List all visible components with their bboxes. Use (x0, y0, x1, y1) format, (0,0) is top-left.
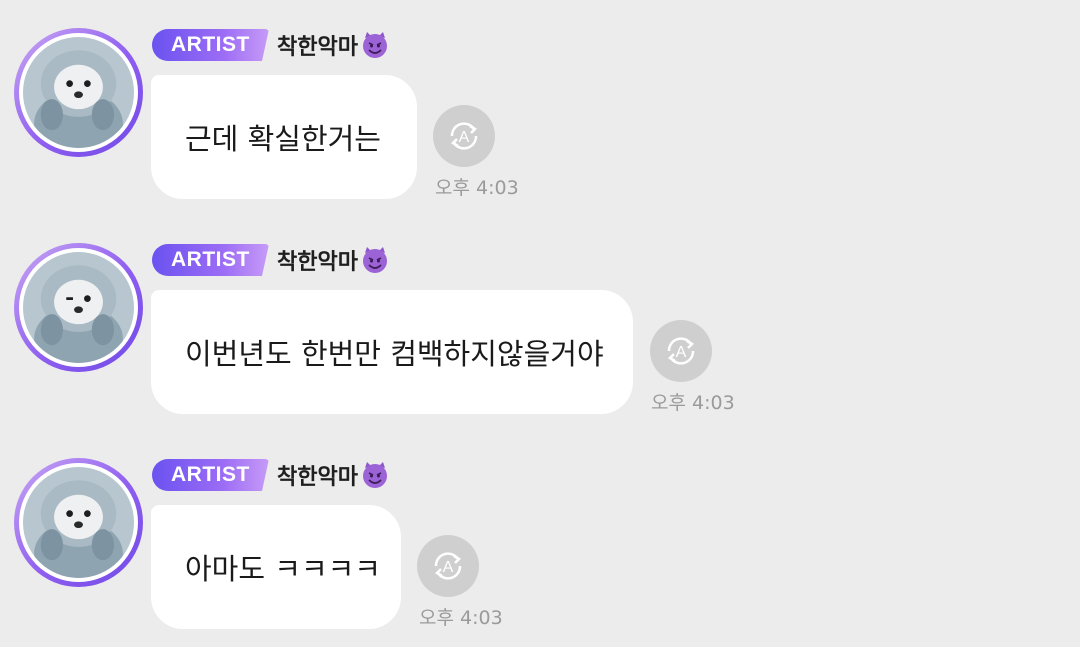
avatar-border (19, 248, 138, 367)
sender-name-row: ARTIST 착한악마 (152, 459, 390, 491)
message-timestamp: 오후 4:03 (651, 392, 735, 414)
avatar-border (19, 463, 138, 582)
chat-message: ARTIST 착한악마 근데 확실한거는 A 오후 4:03 (0, 0, 1080, 200)
message-timestamp: 오후 4:03 (435, 177, 519, 199)
svg-text:A: A (459, 129, 470, 146)
svg-text:A: A (676, 344, 687, 361)
avatar[interactable] (14, 243, 143, 372)
puppy-avatar-image (23, 37, 134, 148)
nickname-text: 착한악마 (277, 465, 358, 490)
sender-name-row: ARTIST 착한악마 (152, 29, 390, 61)
message-text: 아마도 ㅋㅋㅋㅋ (185, 552, 381, 586)
sender-nickname[interactable]: 착한악마 (277, 29, 390, 61)
message-bubble[interactable]: 아마도 ㅋㅋㅋㅋ (151, 505, 401, 629)
artist-badge: ARTIST (152, 459, 269, 491)
translate-icon: A (450, 122, 478, 150)
artist-badge: ARTIST (152, 29, 269, 61)
smiling-devil-emoji-icon (362, 247, 387, 273)
translate-icon: A (434, 552, 462, 580)
translate-button[interactable]: A (433, 105, 495, 167)
translate-button[interactable]: A (650, 320, 712, 382)
message-bubble[interactable]: 근데 확실한거는 (151, 75, 417, 199)
sender-nickname[interactable]: 착한악마 (277, 459, 390, 491)
puppy-avatar-image (23, 252, 134, 363)
translate-icon: A (667, 337, 695, 365)
nickname-text: 착한악마 (277, 35, 358, 60)
sender-nickname[interactable]: 착한악마 (277, 244, 390, 276)
smiling-devil-emoji-icon (362, 462, 387, 488)
puppy-avatar-image (23, 467, 134, 578)
chat-message: ARTIST 착한악마 아마도 ㅋㅋㅋㅋ A 오후 4:03 (0, 430, 1080, 630)
translate-button[interactable]: A (417, 535, 479, 597)
message-bubble[interactable]: 이번년도 한번만 컴백하지않을거야 (151, 290, 633, 414)
message-text: 이번년도 한번만 컴백하지않을거야 (185, 337, 604, 371)
sender-name-row: ARTIST 착한악마 (152, 244, 390, 276)
message-timestamp: 오후 4:03 (419, 607, 503, 629)
avatar[interactable] (14, 28, 143, 157)
smiling-devil-emoji-icon (362, 32, 387, 58)
avatar[interactable] (14, 458, 143, 587)
nickname-text: 착한악마 (277, 250, 358, 275)
message-text: 근데 확실한거는 (185, 122, 381, 156)
avatar-border (19, 33, 138, 152)
svg-text:A: A (443, 559, 454, 576)
artist-badge: ARTIST (152, 244, 269, 276)
chat-message: ARTIST 착한악마 이번년도 한번만 컴백하지않을거야 A 오후 4:03 (0, 215, 1080, 415)
